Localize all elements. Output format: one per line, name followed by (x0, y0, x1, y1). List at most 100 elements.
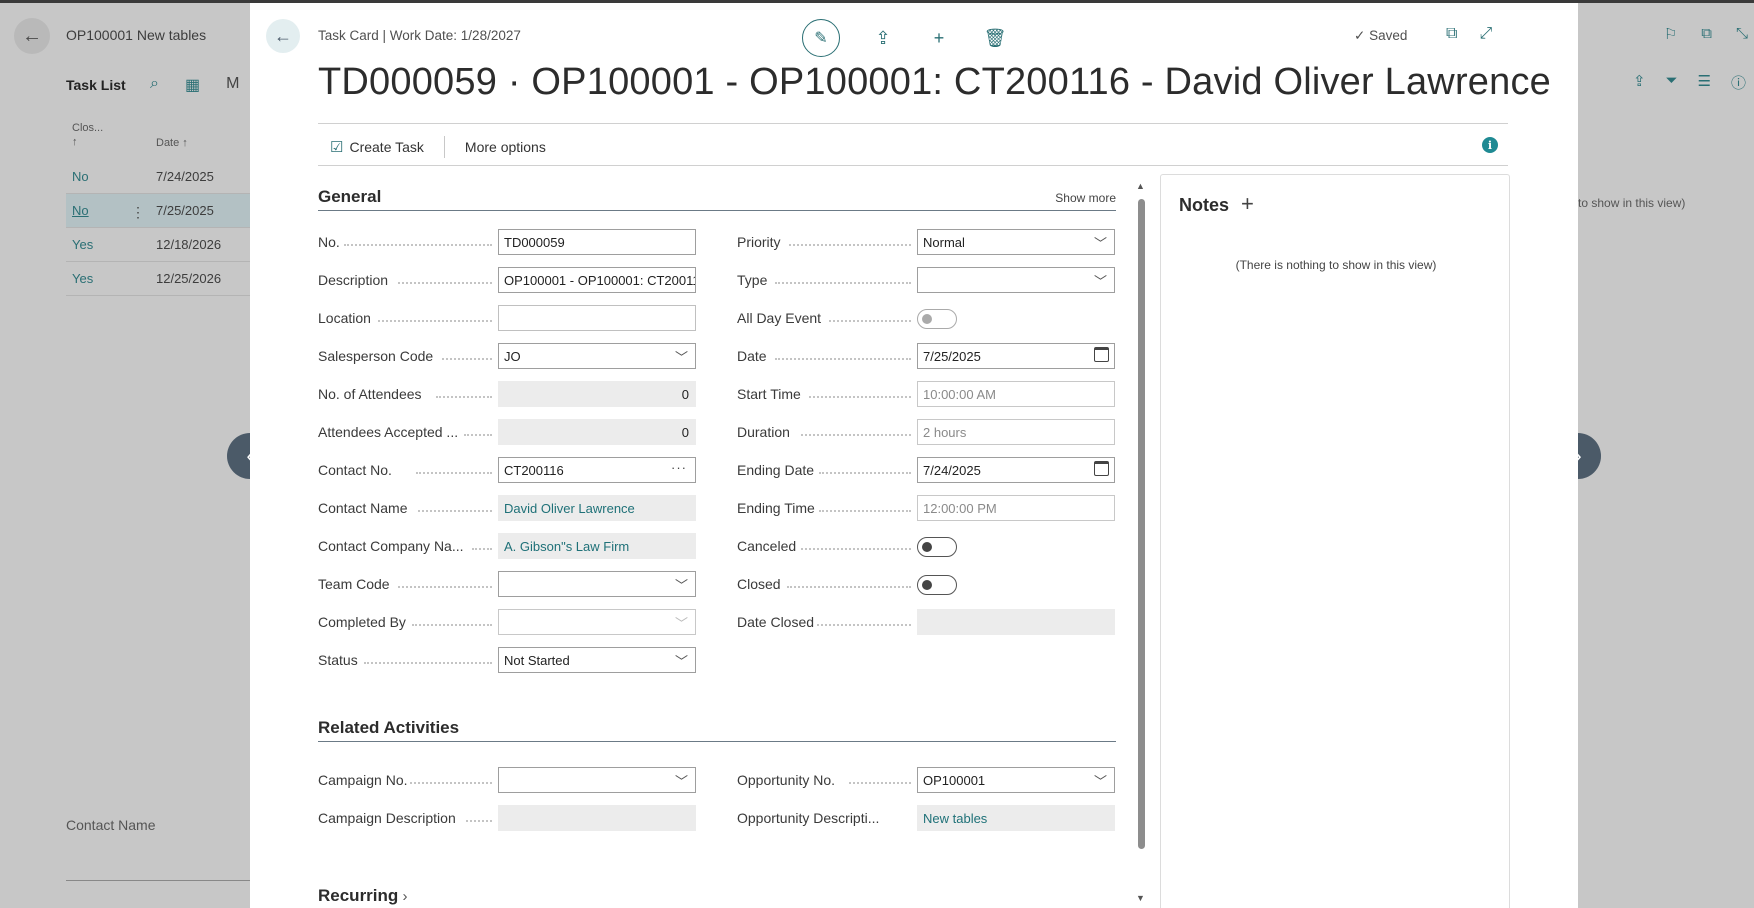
field-duration: Duration 2 hours (737, 419, 1117, 445)
duration-input[interactable]: 2 hours (917, 419, 1115, 445)
completed-by-select[interactable]: ﹀ (498, 609, 696, 635)
section-title: General (318, 187, 382, 206)
open-new-window-icon[interactable]: ⧉ (1701, 25, 1712, 43)
no-of-attendees-value: 0 (498, 381, 696, 407)
row-menu-icon[interactable]: ⋮ (131, 204, 145, 221)
back-arrow-icon[interactable]: ← (14, 18, 50, 54)
table-row[interactable]: Yes 12/25/2026 (66, 262, 250, 296)
select-value: JO (504, 349, 521, 364)
field-contact-company-name: Contact Company Na... A. Gibson"s Law Fi… (318, 533, 698, 559)
delete-button[interactable]: 🗑 (982, 28, 1008, 49)
chevron-down-icon: ﹀ (674, 350, 688, 365)
new-button[interactable]: + (926, 28, 952, 49)
create-task-button[interactable]: Create Task (349, 139, 423, 155)
show-more-link[interactable]: Show more (1055, 191, 1116, 205)
field-all-day-event: All Day Event (737, 305, 1117, 331)
background-right-toolbar: ⇪ ⏷ ☰ ⓘ (1633, 72, 1754, 93)
scrollbar-thumb[interactable] (1138, 199, 1145, 849)
notes-empty-message: (There is nothing to show in this view) (1235, 258, 1437, 272)
contact-name-link[interactable]: David Oliver Lawrence (498, 495, 696, 521)
general-section-header[interactable]: General Show more (318, 183, 1116, 211)
more-icon[interactable]: ··· (671, 460, 687, 475)
closed-toggle[interactable] (917, 575, 957, 595)
open-new-window-icon[interactable]: ⧉ (1446, 25, 1457, 43)
truncated-toolbar-item[interactable]: M (226, 75, 239, 95)
priority-select[interactable]: Normal ﹀ (917, 229, 1115, 255)
column-header-closed[interactable]: Clos... ↑ (72, 121, 103, 149)
back-button[interactable]: ← (266, 19, 300, 53)
label-leader (801, 548, 911, 550)
field-label: Campaign Description (318, 810, 456, 826)
related-activities-section-header[interactable]: Related Activities (318, 714, 1116, 742)
background-empty-message: to show in this view) (1578, 196, 1686, 210)
date-cell: 12/18/2026 (156, 237, 222, 252)
status-select[interactable]: Not Started ﹀ (498, 647, 696, 673)
field-label: Completed By (318, 614, 406, 630)
column-closed-label: Clos... (72, 122, 104, 134)
description-input[interactable]: OP100001 - OP100001: CT200116 - David Ol… (498, 267, 696, 293)
recurring-section-header[interactable]: Recurring › (318, 882, 1116, 908)
campaign-description-value (498, 805, 696, 831)
canceled-toggle[interactable] (917, 537, 957, 557)
no-input[interactable]: TD000059 (498, 229, 696, 255)
add-note-plus-icon[interactable]: + (1241, 191, 1254, 217)
window-controls: ⧉ ⤢ (1446, 25, 1492, 43)
divider (318, 165, 1508, 166)
start-time-input[interactable]: 10:00:00 AM (917, 381, 1115, 407)
field-ending-time: Ending Time 12:00:00 PM (737, 495, 1117, 521)
info-icon[interactable]: i (1482, 137, 1498, 153)
label-leader (344, 244, 492, 246)
opportunity-description-link[interactable]: New tables (917, 805, 1115, 831)
filter-icon[interactable]: ⏷ (1666, 72, 1678, 93)
more-options-button[interactable]: More options (465, 139, 546, 155)
field-label: Contact Name (318, 500, 408, 516)
field-label: Date (737, 348, 767, 364)
contact-company-name-link[interactable]: A. Gibson"s Law Firm (498, 533, 696, 559)
ending-date-input[interactable]: 7/24/2025 (917, 457, 1115, 483)
scroll-down-arrow-icon[interactable]: ▼ (1136, 893, 1145, 903)
closed-cell[interactable]: Yes (66, 271, 156, 286)
location-input[interactable] (498, 305, 696, 331)
label-leader (801, 434, 911, 436)
closed-cell[interactable]: Yes (66, 237, 156, 252)
table-row-selected[interactable]: No 7/25/2025 (66, 194, 250, 228)
table-row[interactable]: No 7/24/2025 (66, 160, 250, 194)
opportunity-no-select[interactable]: OP100001 ﹀ (917, 767, 1115, 793)
column-header-date[interactable]: Date ↑ (156, 137, 188, 149)
scroll-up-arrow-icon[interactable]: ▲ (1136, 181, 1145, 191)
date-input[interactable]: 7/25/2025 (917, 343, 1115, 369)
table-row[interactable]: Yes 12/18/2026 (66, 228, 250, 262)
plus-icon: + (933, 27, 945, 48)
all-day-event-toggle[interactable] (917, 309, 957, 329)
list-view-icon[interactable]: ☰ (1698, 72, 1711, 93)
info-icon[interactable]: ⓘ (1731, 72, 1746, 93)
contact-no-input[interactable]: CT200116 ··· (498, 457, 696, 483)
calendar-icon[interactable] (1094, 347, 1109, 362)
team-code-select[interactable]: ﹀ (498, 571, 696, 597)
scrollbar[interactable]: ▲ ▼ (1136, 181, 1146, 903)
table-view-icon[interactable]: ▦ (185, 75, 200, 95)
field-label: Closed (737, 576, 781, 592)
collapse-icon[interactable]: ⤡ (1736, 25, 1748, 43)
campaign-no-select[interactable]: ﹀ (498, 767, 696, 793)
select-value: Normal (923, 235, 965, 250)
field-label: No. of Attendees (318, 386, 422, 402)
search-icon[interactable]: ⌕ (150, 75, 159, 95)
field-label: Opportunity No. (737, 772, 836, 788)
calendar-icon[interactable] (1094, 461, 1109, 476)
bookmark-icon[interactable]: ⚐ (1664, 25, 1677, 43)
chevron-down-icon: ﹀ (1093, 236, 1107, 251)
salesperson-code-select[interactable]: JO ﹀ (498, 343, 696, 369)
closed-cell[interactable]: No (66, 169, 156, 184)
type-select[interactable]: ﹀ (917, 267, 1115, 293)
ending-time-input[interactable]: 12:00:00 PM (917, 495, 1115, 521)
page-actions: ✎ ⇪ + 🗑 (802, 19, 1008, 57)
date-cell: 7/24/2025 (156, 169, 214, 184)
field-label: Team Code (318, 576, 390, 592)
expand-icon[interactable]: ⤢ (1479, 25, 1492, 43)
share-button[interactable]: ⇪ (870, 28, 896, 49)
background-right-top-icons: ⚐ ⧉ ⤡ (1664, 25, 1754, 43)
edit-button[interactable]: ✎ (802, 19, 840, 57)
share-icon[interactable]: ⇪ (1633, 72, 1646, 93)
field-opportunity-no: Opportunity No. OP100001 ﹀ (737, 767, 1117, 793)
